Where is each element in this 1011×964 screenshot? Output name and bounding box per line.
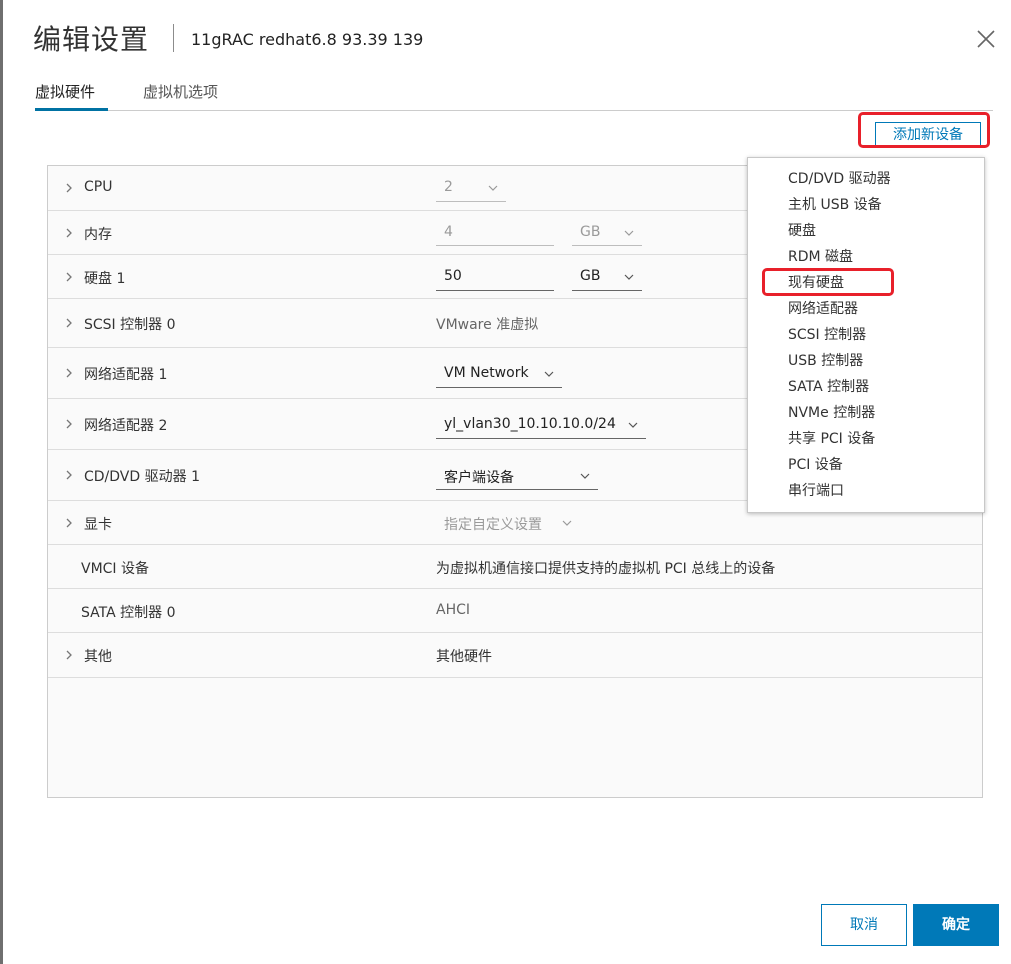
menu-item-rdm-disk[interactable]: RDM 磁盘 xyxy=(788,246,853,266)
menu-item-network-adapter[interactable]: 网络适配器 xyxy=(788,298,858,318)
cpu-select[interactable]: 2 xyxy=(436,176,506,202)
tab-virtual-hardware[interactable]: 虚拟硬件 xyxy=(35,80,108,111)
row-label: 内存 xyxy=(84,227,112,243)
nic1-network-select[interactable]: VM Network xyxy=(436,362,562,388)
other-value: 其他硬件 xyxy=(436,649,492,665)
menu-item-cddvd[interactable]: CD/DVD 驱动器 xyxy=(788,168,891,188)
chevron-right-icon[interactable] xyxy=(64,470,74,480)
cddvd-media-select[interactable]: 客户端设备 xyxy=(436,464,598,490)
menu-item-shared-pci[interactable]: 共享 PCI 设备 xyxy=(788,428,875,448)
tab-bar: 虚拟硬件 虚拟机选项 xyxy=(35,80,993,111)
row-label: 显卡 xyxy=(84,517,112,533)
disk-size-input[interactable]: 50 xyxy=(436,265,554,291)
chevron-right-icon[interactable] xyxy=(64,368,74,378)
chevron-right-icon[interactable] xyxy=(64,183,74,193)
add-device-menu: CD/DVD 驱动器 主机 USB 设备 硬盘 RDM 磁盘 现有硬盘 网络适配… xyxy=(747,157,985,513)
memory-input[interactable]: 4 xyxy=(436,221,554,246)
chevron-right-icon[interactable] xyxy=(64,419,74,429)
nic2-network-select[interactable]: yl_vlan30_10.10.10.0/24 xyxy=(436,413,646,439)
row-label: CD/DVD 驱动器 1 xyxy=(84,469,200,485)
video-settings-select[interactable]: 指定自定义设置 xyxy=(436,511,580,537)
sata0-value: AHCI xyxy=(436,602,471,618)
row-label: 其他 xyxy=(84,649,112,665)
row-label: CPU xyxy=(84,179,113,195)
row-label: 网络适配器 2 xyxy=(84,418,168,434)
close-icon xyxy=(977,30,995,48)
chevron-down-icon xyxy=(488,185,498,191)
chevron-down-icon xyxy=(624,230,634,236)
row-label: VMCI 设备 xyxy=(81,561,150,577)
cancel-button[interactable]: 取消 xyxy=(821,904,907,946)
menu-item-pci-device[interactable]: PCI 设备 xyxy=(788,454,843,474)
menu-item-serial-port[interactable]: 串行端口 xyxy=(788,480,844,500)
chevron-down-icon xyxy=(628,422,638,428)
row-label: SATA 控制器 0 xyxy=(81,605,176,621)
disk-unit-select[interactable]: GB xyxy=(572,265,642,291)
chevron-down-icon xyxy=(580,473,590,479)
menu-item-existing-disk[interactable]: 现有硬盘 xyxy=(788,272,844,292)
chevron-right-icon[interactable] xyxy=(64,518,74,528)
chevron-right-icon[interactable] xyxy=(64,228,74,238)
row-label: SCSI 控制器 0 xyxy=(84,317,176,333)
chevron-right-icon[interactable] xyxy=(64,650,74,660)
chevron-down-icon xyxy=(544,371,554,377)
chevron-down-icon xyxy=(624,274,634,280)
menu-item-usb-controller[interactable]: USB 控制器 xyxy=(788,350,863,370)
row-label: 硬盘 1 xyxy=(84,271,126,287)
menu-item-hard-disk[interactable]: 硬盘 xyxy=(788,220,816,240)
chevron-right-icon[interactable] xyxy=(64,272,74,282)
vm-name: 11gRAC redhat6.8 93.39 139 xyxy=(191,30,424,49)
hw-row-other: 其他 其他硬件 xyxy=(48,633,982,678)
hw-row-vmci: VMCI 设备 为虚拟机通信接口提供支持的虚拟机 PCI 总线上的设备 xyxy=(48,545,982,589)
menu-item-nvme-controller[interactable]: NVMe 控制器 xyxy=(788,402,875,422)
memory-unit-select[interactable]: GB xyxy=(572,221,642,246)
chevron-down-icon xyxy=(562,520,572,526)
scsi0-value: VMware 准虚拟 xyxy=(436,317,539,333)
hw-row-sata0: SATA 控制器 0 AHCI xyxy=(48,589,982,633)
title-divider xyxy=(173,24,174,52)
ok-button[interactable]: 确定 xyxy=(913,904,999,946)
dialog-title: 编辑设置 xyxy=(33,23,150,56)
chevron-right-icon[interactable] xyxy=(64,318,74,328)
add-new-device-button[interactable]: 添加新设备 xyxy=(875,122,981,148)
menu-item-scsi-controller[interactable]: SCSI 控制器 xyxy=(788,324,866,344)
tab-vm-options[interactable]: 虚拟机选项 xyxy=(143,80,218,111)
vmci-value: 为虚拟机通信接口提供支持的虚拟机 PCI 总线上的设备 xyxy=(436,561,776,577)
row-label: 网络适配器 1 xyxy=(84,367,168,383)
menu-item-sata-controller[interactable]: SATA 控制器 xyxy=(788,376,869,396)
close-button[interactable] xyxy=(975,28,997,50)
menu-item-host-usb[interactable]: 主机 USB 设备 xyxy=(788,194,882,214)
edit-settings-dialog: 编辑设置 11gRAC redhat6.8 93.39 139 虚拟硬件 虚拟机… xyxy=(3,0,1011,964)
